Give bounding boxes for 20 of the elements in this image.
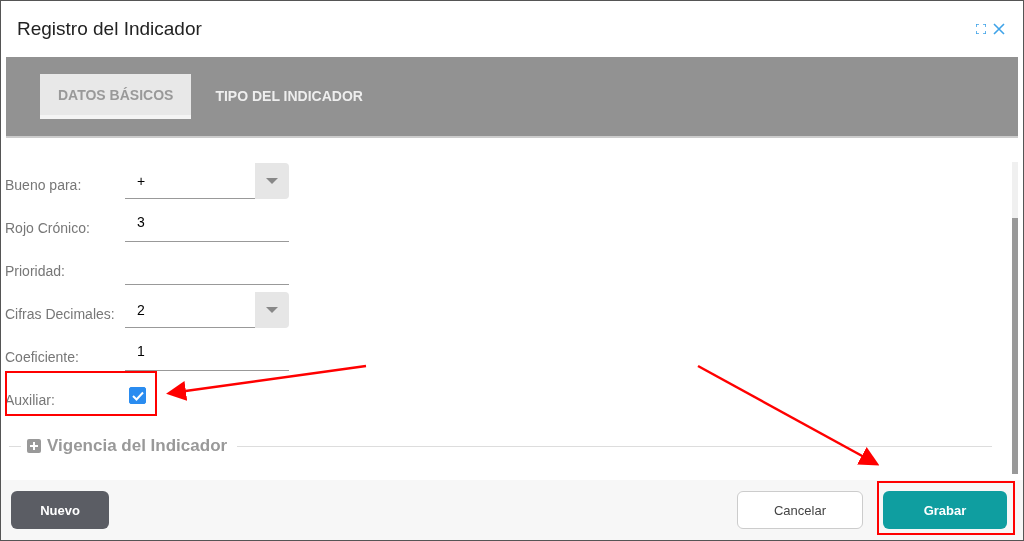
caret-icon (266, 307, 278, 313)
field-label: Prioridad: (5, 263, 66, 281)
window-title: Registro del Indicador (17, 18, 202, 40)
field-label: Coeficiente: (5, 349, 80, 367)
scrollbar[interactable] (1012, 162, 1018, 474)
select-field[interactable]: + (125, 163, 289, 199)
input-field[interactable]: 3 (125, 210, 289, 242)
field-label: Cifras Decimales: (5, 306, 116, 324)
caret-icon (266, 178, 278, 184)
expand-icon[interactable] (27, 439, 41, 453)
select-field[interactable]: 2 (125, 292, 289, 328)
field-label: Bueno para: (5, 177, 83, 195)
button[interactable]: Nuevo (11, 491, 109, 529)
button[interactable]: Cancelar (737, 491, 863, 529)
maximize-icon[interactable] (976, 24, 986, 34)
close-icon[interactable] (993, 23, 1005, 35)
field-label: Auxiliar: (5, 392, 56, 410)
input-field[interactable]: 1 (125, 339, 289, 371)
checkbox[interactable] (129, 387, 146, 404)
field-label: Rojo Crónico: (5, 220, 91, 238)
